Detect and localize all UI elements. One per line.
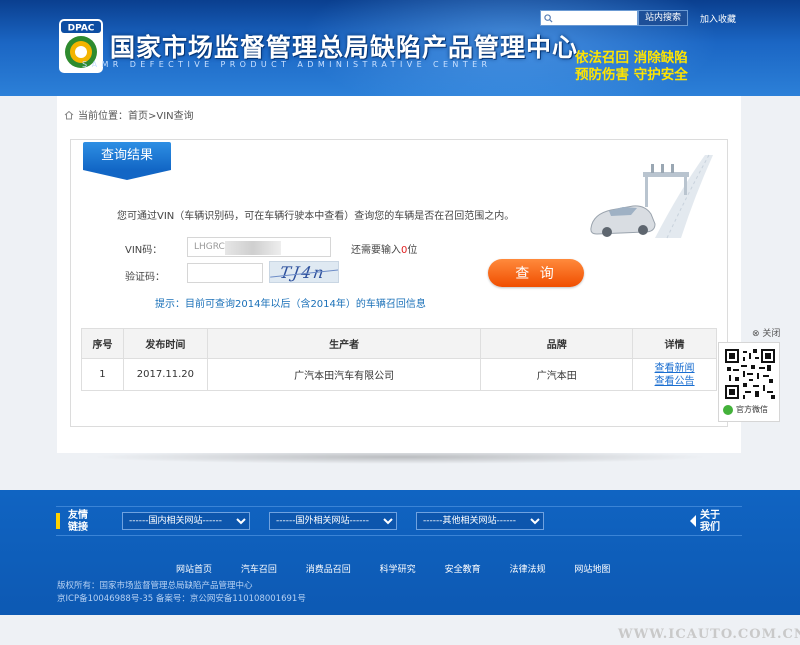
wechat-qr-float: 官方微信	[718, 342, 780, 422]
qr-code-icon	[725, 349, 775, 399]
about-us-line-2: 我们	[700, 522, 720, 533]
cell-details: 查看新闻 查看公告	[632, 358, 717, 391]
footer-nav-research[interactable]: 科学研究	[380, 565, 416, 575]
about-us-line-1: 关于	[700, 510, 720, 521]
watermark: WWW.ICAUTO.COM.CN	[618, 627, 800, 642]
top-search-bar: 站内搜索 加入收藏	[540, 9, 736, 27]
friend-links-bar: 友情 链接 ------国内相关网站------ ------国外相关网站---…	[56, 506, 742, 536]
domestic-sites-select[interactable]: ------国内相关网站------	[122, 512, 250, 530]
copyright-block: 版权所有：国家市场监督管理总局缺陷产品管理中心 京ICP备10046988号-3…	[57, 580, 306, 606]
logo-text: DPAC	[68, 24, 95, 34]
search-icon	[544, 13, 553, 23]
breadcrumb-text[interactable]: 当前位置：首页>VIN查询	[78, 107, 194, 122]
footer-nav-safety-education[interactable]: 安全教育	[445, 565, 481, 575]
table-header-row: 序号 发布时间 生产者 品牌 详情	[81, 328, 717, 359]
view-notice-link[interactable]: 查看公告	[633, 375, 716, 388]
wechat-label: 官方微信	[723, 404, 768, 415]
slogan-line-2: 预防伤害 守护安全	[575, 67, 688, 83]
search-input[interactable]	[553, 12, 633, 24]
icp-text: 京ICP备10046988号-35 备案号：京公网安备110108001691号	[57, 594, 306, 604]
cell-producer: 广汽本田汽车有限公司	[206, 358, 482, 391]
table-row: 1 2017.11.20 广汽本田汽车有限公司 广汽本田 查看新闻 查看公告	[81, 358, 717, 391]
tab-ribbon-tail	[83, 170, 171, 180]
view-news-link[interactable]: 查看新闻	[633, 362, 716, 375]
result-table: 序号 发布时间 生产者 品牌 详情 1 2017.11.20 广汽本田汽车有限公…	[81, 328, 717, 391]
friend-links-title-1: 友情	[68, 510, 88, 521]
close-label: 关闭	[762, 329, 781, 339]
tab-label: 查询结果	[83, 142, 171, 170]
footer-nav-vehicle-recall[interactable]: 汽车召回	[241, 565, 277, 575]
copyright-text: 版权所有：国家市场监督管理总局缺陷产品管理中心	[57, 581, 253, 591]
footer-nav-sitemap[interactable]: 网站地图	[574, 565, 610, 575]
foreign-sites-select[interactable]: ------国外相关网站------	[269, 512, 397, 530]
friend-links-title-2: 链接	[68, 522, 88, 533]
vin-redaction	[225, 241, 281, 255]
footer-nav-laws[interactable]: 法律法规	[509, 565, 545, 575]
other-sites-select[interactable]: ------其他相关网站------	[416, 512, 544, 530]
col-header-producer: 生产者	[206, 328, 482, 359]
breadcrumb: 当前位置：首页>VIN查询	[64, 107, 194, 122]
main-panel: 当前位置：首页>VIN查询 查询结果 您可通过VIN（车辆识别码，可在车辆行驶本…	[57, 96, 741, 453]
query-button[interactable]: 查 询	[488, 259, 584, 287]
cell-index: 1	[81, 358, 124, 391]
captcha-label: 验证码：	[125, 272, 165, 283]
close-float-button[interactable]: ⊗ 关闭	[752, 326, 780, 339]
footer-nav: 网站首页 汽车召回 消费品召回 科学研究 安全教育 法律法规 网站地图	[176, 562, 636, 575]
col-header-brand: 品牌	[480, 328, 634, 359]
about-arrow-icon	[690, 515, 696, 527]
col-header-index: 序号	[81, 328, 124, 359]
add-favorite-link[interactable]: 加入收藏	[700, 12, 736, 25]
links-marker	[56, 513, 60, 529]
col-header-details: 详情	[632, 328, 717, 359]
hint-text: 提示：目前可查询2014年以后（含2014年）的车辆召回信息	[155, 299, 426, 310]
site-header: DPAC 国家市场监督管理总局缺陷产品管理中心 SAMR DEFECTIVE P…	[0, 0, 800, 96]
slogan-line-1: 依法召回 消除缺陷	[575, 50, 688, 66]
friend-links-title: 友情 链接	[68, 510, 88, 534]
footer-nav-home[interactable]: 网站首页	[176, 565, 212, 575]
home-icon	[64, 110, 74, 119]
site-title: 国家市场监督管理总局缺陷产品管理中心	[110, 33, 579, 62]
footer-nav-consumer-recall[interactable]: 消费品召回	[306, 565, 351, 575]
wechat-icon	[723, 404, 733, 415]
tab-query-result: 查询结果	[83, 142, 171, 180]
slogan: 依法召回 消除缺陷 预防伤害 守护安全	[575, 50, 688, 84]
cell-date: 2017.11.20	[122, 358, 208, 391]
search-box	[540, 10, 638, 26]
about-us-link[interactable]: 关于 我们	[700, 510, 720, 534]
captcha-image[interactable]: TJ4n	[269, 261, 339, 283]
remaining-chars-text: 还需要输入0位	[351, 241, 417, 256]
site-search-button[interactable]: 站内搜索	[638, 10, 689, 26]
close-icon: ⊗	[752, 329, 760, 339]
captcha-input[interactable]	[187, 263, 263, 283]
cell-brand: 广汽本田	[480, 358, 634, 391]
vin-label: VIN码：	[125, 245, 163, 256]
wechat-label-text: 官方微信	[736, 405, 768, 414]
col-header-date: 发布时间	[122, 328, 208, 359]
remain-suffix: 位	[407, 245, 418, 256]
car-road-illustration-icon	[590, 154, 713, 239]
intro-text: 您可通过VIN（车辆识别码，可在车辆行驶本中查看）查询您的车辆是否在召回范围之内…	[117, 211, 515, 222]
site-subtitle: SAMR DEFECTIVE PRODUCT ADMINISTRATIVE CE…	[82, 60, 492, 69]
remain-prefix: 还需要输入	[351, 245, 401, 256]
